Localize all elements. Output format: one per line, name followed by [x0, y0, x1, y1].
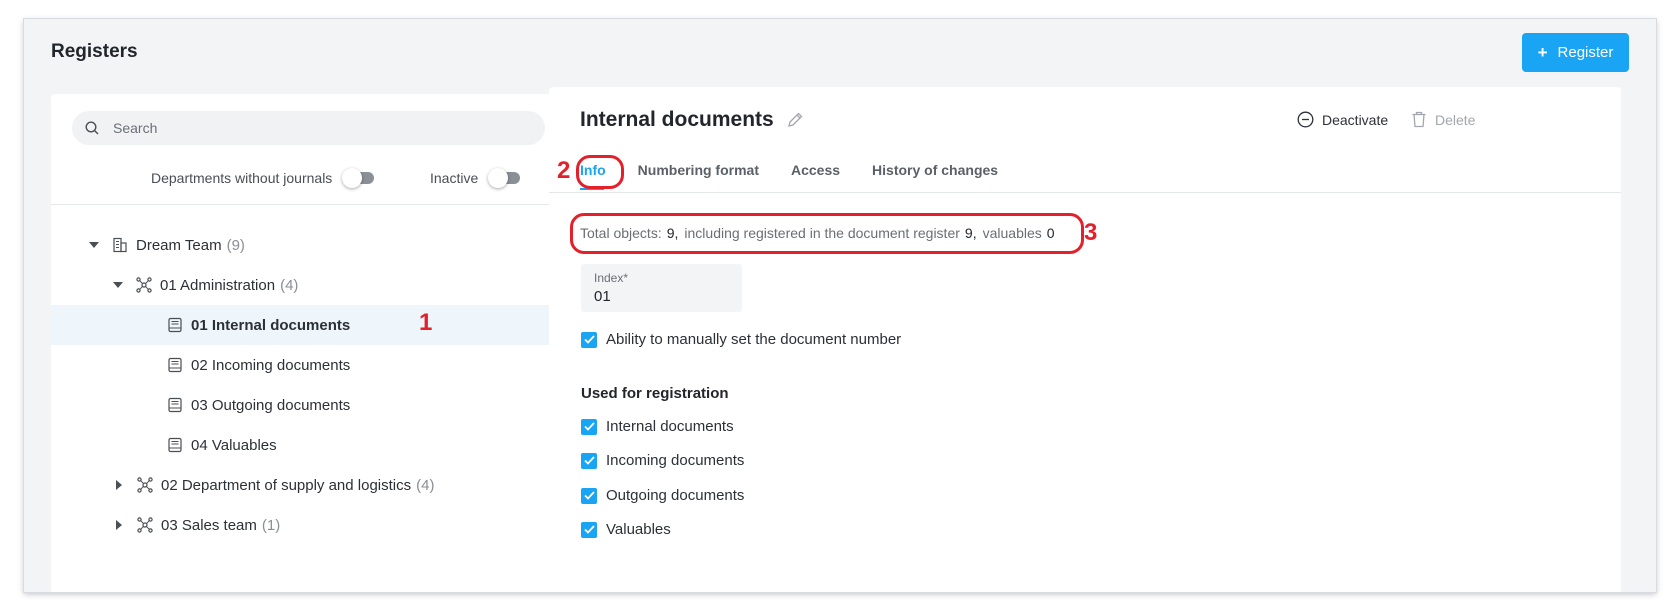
index-field-label: Index* [594, 271, 629, 285]
trash-icon [1412, 111, 1426, 128]
tree-item-count: (4) [280, 276, 299, 294]
tree-item-dream-team[interactable]: Dream Team (9) [51, 225, 567, 265]
plus-icon: + [1537, 43, 1548, 62]
minus-circle-icon [1297, 111, 1314, 128]
annotation-marker-3: 3 [1084, 219, 1098, 246]
tree-item-count: (9) [226, 236, 245, 254]
used-for-label: Incoming documents [606, 452, 745, 469]
journal-icon [168, 397, 182, 413]
tree-item-label: 03 Outgoing documents [191, 396, 351, 414]
divider [51, 204, 567, 205]
index-field[interactable]: Index* 01 [581, 264, 742, 312]
tree-item-valuables[interactable]: 04 Valuables [51, 425, 567, 465]
used-for-registration-title: Used for registration [581, 385, 729, 402]
annotation-callout-info-tab [576, 155, 624, 189]
departments-without-journals-toggle[interactable] [342, 168, 375, 188]
detail-tabs: Info Numbering format Access History of … [580, 162, 998, 190]
tab-numbering-format[interactable]: Numbering format [638, 162, 759, 190]
tree-item-count: (1) [261, 516, 281, 534]
register-title: Internal documents [580, 108, 804, 132]
department-icon [137, 517, 153, 533]
filter-inactive-label: Inactive [430, 170, 479, 186]
tab-access[interactable]: Access [791, 162, 840, 190]
checkbox-checked-icon[interactable] [581, 418, 597, 435]
tree-item-label: 03 Sales team [161, 516, 257, 534]
tree-item-internal-documents[interactable]: 01 Internal documents 1 [51, 305, 567, 345]
page-title: Registers [51, 41, 138, 62]
chevron-down-icon[interactable] [89, 242, 99, 248]
tree-item-supply-logistics[interactable]: 02 Department of supply and logistics (4… [51, 465, 567, 505]
annotation-marker-2: 2 [557, 157, 571, 184]
tree-item-label: 01 Internal documents [191, 316, 351, 334]
filter-departments-label: Departments without journals [151, 170, 333, 186]
chevron-right-icon[interactable] [116, 520, 122, 530]
manual-number-label: Ability to manually set the document num… [606, 331, 902, 348]
filter-departments-without-journals: Departments without journals [151, 168, 375, 188]
journal-icon [168, 437, 182, 453]
index-field-value[interactable]: 01 [594, 288, 611, 305]
search-box[interactable] [72, 111, 545, 145]
add-register-label: Register [1557, 44, 1614, 61]
pencil-icon[interactable] [786, 111, 804, 129]
tree-item-administration[interactable]: 01 Administration (4) [51, 265, 567, 305]
search-input[interactable] [111, 119, 535, 137]
used-for-label: Outgoing documents [606, 487, 745, 504]
annotation-callout-summary [570, 213, 1084, 254]
checkbox-checked-icon[interactable] [581, 452, 597, 469]
checkbox-checked-icon[interactable] [581, 331, 597, 348]
tree-item-sales-team[interactable]: 03 Sales team (1) [51, 505, 567, 545]
tab-history-of-changes[interactable]: History of changes [872, 162, 998, 190]
used-for-incoming-documents-checkbox[interactable]: Incoming documents [581, 452, 744, 469]
used-for-outgoing-documents-checkbox[interactable]: Outgoing documents [581, 487, 744, 504]
tree-item-count: (4) [416, 476, 435, 494]
register-detail-panel: Internal documents Deactivate Delete Inf… [549, 87, 1621, 592]
add-register-button[interactable]: + Register [1522, 33, 1629, 72]
search-icon [85, 121, 99, 135]
tree-item-outgoing-documents[interactable]: 03 Outgoing documents [51, 385, 567, 425]
journal-icon [168, 357, 182, 373]
checkbox-checked-icon[interactable] [581, 487, 597, 504]
chevron-right-icon[interactable] [116, 480, 122, 490]
inactive-toggle[interactable] [488, 168, 521, 188]
delete-button[interactable]: Delete [1411, 111, 1475, 128]
deactivate-button[interactable]: Deactivate [1297, 111, 1388, 128]
divider [549, 192, 1621, 193]
chevron-down-icon[interactable] [113, 282, 123, 288]
building-icon [113, 237, 127, 253]
deactivate-label: Deactivate [1322, 111, 1389, 128]
tree-item-incoming-documents[interactable]: 02 Incoming documents [51, 345, 567, 385]
annotation-marker-1: 1 [419, 309, 433, 336]
used-for-internal-documents-checkbox[interactable]: Internal documents [581, 418, 734, 435]
filter-inactive: Inactive [430, 168, 521, 188]
tree-item-label: 02 Incoming documents [191, 356, 351, 374]
tree-item-label: 04 Valuables [191, 436, 277, 454]
used-for-valuables-checkbox[interactable]: Valuables [581, 521, 671, 538]
department-icon [136, 277, 152, 293]
register-title-text: Internal documents [580, 108, 774, 131]
journal-icon [168, 317, 182, 333]
used-for-label: Internal documents [606, 418, 734, 435]
department-icon [137, 477, 153, 493]
delete-label: Delete [1435, 111, 1476, 128]
used-for-label: Valuables [606, 521, 671, 538]
checkbox-checked-icon[interactable] [581, 521, 597, 538]
tree-item-label: 02 Department of supply and logistics [161, 476, 412, 494]
tree-item-label: Dream Team [136, 236, 222, 254]
tree-item-label: 01 Administration [160, 276, 276, 294]
manual-number-checkbox[interactable]: Ability to manually set the document num… [581, 331, 901, 348]
app-window: Registers + Register Departments without… [24, 19, 1656, 592]
register-tree-panel: Departments without journals Inactive Dr… [51, 94, 567, 592]
